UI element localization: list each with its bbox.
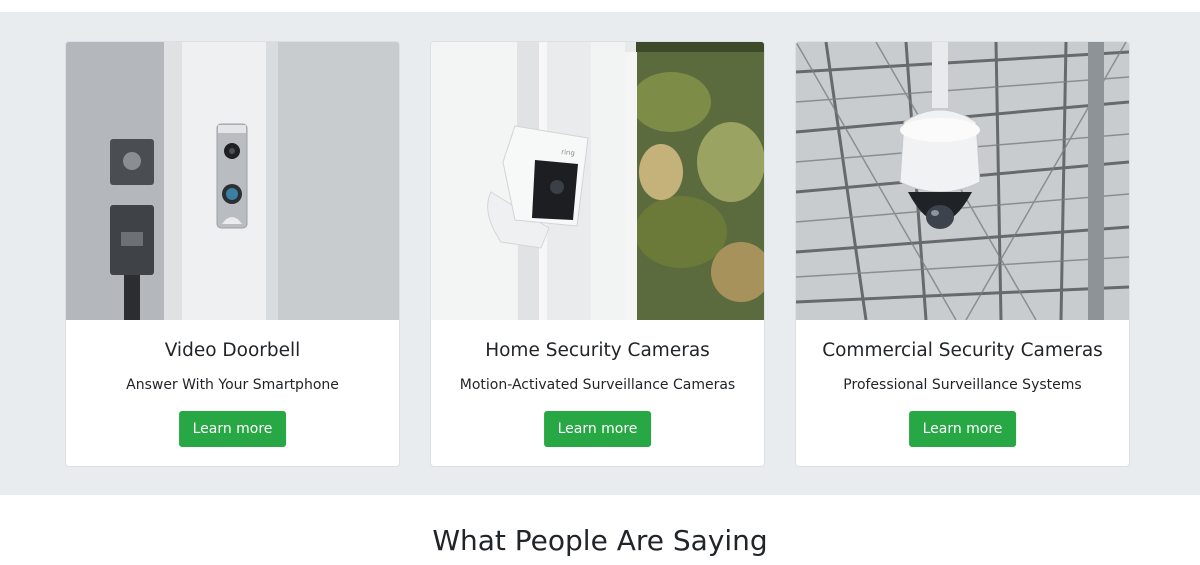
video-doorbell-photo bbox=[66, 42, 399, 320]
dome-security-camera-illustration bbox=[796, 42, 1129, 320]
card-subtitle: Professional Surveillance Systems bbox=[843, 377, 1082, 393]
card-title: Commercial Security Cameras bbox=[822, 340, 1103, 361]
products-section: Video Doorbell Answer With Your Smartpho… bbox=[0, 12, 1200, 495]
card-title: Video Doorbell bbox=[164, 340, 301, 361]
svg-text:ring: ring bbox=[561, 148, 575, 157]
learn-more-button-commercial-security-cameras[interactable]: Learn more bbox=[908, 411, 1017, 447]
testimonials-heading: What People Are Saying bbox=[432, 524, 768, 557]
card-subtitle: Answer With Your Smartphone bbox=[126, 377, 339, 393]
card-subtitle: Motion-Activated Surveillance Cameras bbox=[459, 377, 736, 393]
card-title: Home Security Cameras bbox=[485, 340, 710, 361]
product-card-home-security-cameras: ring Home Security Cameras Motion-Activa… bbox=[430, 41, 765, 467]
home-security-camera-illustration: ring bbox=[431, 42, 764, 320]
learn-more-button-home-security-cameras[interactable]: Learn more bbox=[543, 411, 652, 447]
learn-more-button-video-doorbell[interactable]: Learn more bbox=[178, 411, 287, 447]
video-doorbell-illustration bbox=[66, 42, 399, 320]
home-security-camera-photo: ring bbox=[431, 42, 764, 320]
product-card-video-doorbell: Video Doorbell Answer With Your Smartpho… bbox=[65, 41, 400, 467]
product-card-commercial-security-cameras: Commercial Security Cameras Professional… bbox=[795, 41, 1130, 467]
dome-security-camera-photo bbox=[796, 42, 1129, 320]
